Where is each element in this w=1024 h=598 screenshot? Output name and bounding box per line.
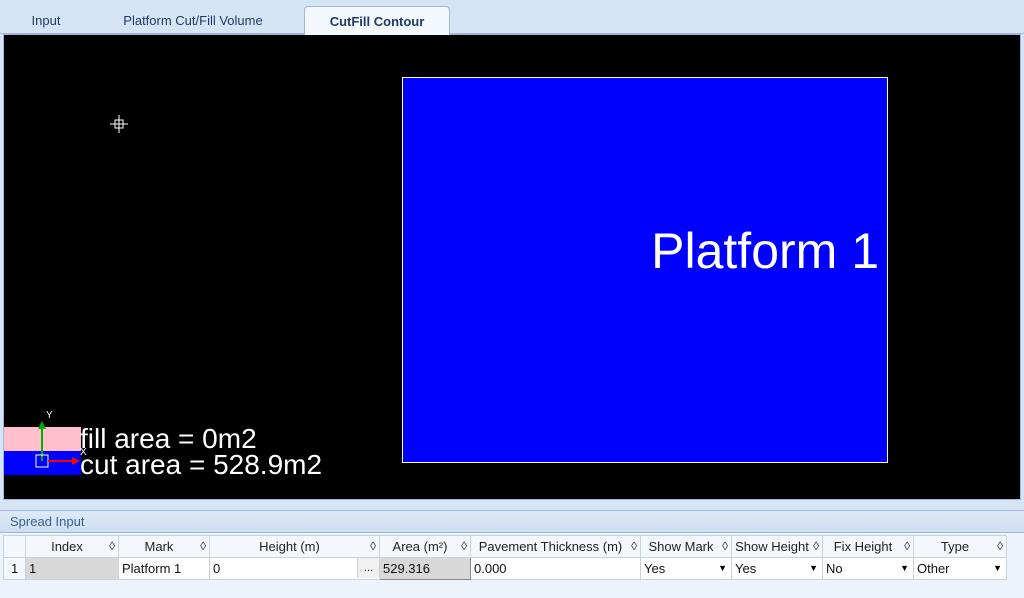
sort-diamond-icon[interactable]: ◊ (997, 539, 1003, 553)
cell-type[interactable]: Other ▼ (913, 557, 1007, 580)
header-rownum (3, 535, 26, 558)
axis-x-label: X (80, 447, 87, 458)
show-mark-value[interactable]: Yes (644, 561, 665, 576)
row-number[interactable]: 1 (3, 557, 26, 580)
app-root: Input Platform Cut/Fill Volume CutFill C… (0, 0, 1024, 598)
cell-mark[interactable]: Platform 1 (118, 557, 210, 580)
sort-diamond-icon[interactable]: ◊ (631, 539, 637, 553)
tab-input[interactable]: Input (20, 6, 72, 34)
header-show-mark[interactable]: Show Mark ◊ (640, 535, 732, 558)
cell-fix-height[interactable]: No ▼ (822, 557, 914, 580)
sort-diamond-icon[interactable]: ◊ (813, 539, 819, 553)
type-value[interactable]: Other (917, 561, 950, 576)
header-show-height[interactable]: Show Height ◊ (731, 535, 823, 558)
header-type[interactable]: Type ◊ (913, 535, 1007, 558)
header-fix-height[interactable]: Fix Height ◊ (822, 535, 914, 558)
show-height-value[interactable]: Yes (735, 561, 756, 576)
dropdown-arrow-icon[interactable]: ▼ (809, 563, 818, 573)
header-pavement-thickness[interactable]: Pavement Thickness (m) ◊ (470, 535, 641, 558)
sort-diamond-icon[interactable]: ◊ (370, 539, 376, 553)
crosshair-cursor-icon (110, 115, 128, 133)
spread-input-grid: Index ◊ Mark ◊ Height (m) ◊ Area (m²) ◊ Pave… (3, 535, 1007, 580)
spread-input-title: Spread Input (0, 511, 1024, 533)
tab-cutfill-contour[interactable]: CutFill Contour (304, 6, 450, 35)
table-row[interactable]: 1 1 Platform 1 0 ... 529.316 0.000 Yes ▼… (3, 557, 1007, 580)
height-value[interactable]: 0 (213, 561, 220, 576)
cut-area-label: cut area = 528.9m2 (80, 449, 323, 480)
sort-diamond-icon[interactable]: ◊ (461, 539, 467, 553)
dropdown-arrow-icon[interactable]: ▼ (900, 563, 909, 573)
dropdown-arrow-icon[interactable]: ▼ (718, 563, 727, 573)
fix-height-value[interactable]: No (826, 561, 843, 576)
contour-canvas[interactable]: Platform 1 fill area = 0m2 cut area = 52… (3, 34, 1021, 500)
dropdown-arrow-icon[interactable]: ▼ (993, 563, 1002, 573)
cell-show-mark[interactable]: Yes ▼ (640, 557, 732, 580)
grid-header-row: Index ◊ Mark ◊ Height (m) ◊ Area (m²) ◊ Pave… (3, 535, 1007, 558)
cell-area: 529.316 (379, 557, 471, 580)
tab-bar: Input Platform Cut/Fill Volume CutFill C… (0, 0, 1024, 35)
header-area[interactable]: Area (m²) ◊ (379, 535, 471, 558)
sort-diamond-icon[interactable]: ◊ (904, 539, 910, 553)
sort-diamond-icon[interactable]: ◊ (109, 539, 115, 553)
header-height[interactable]: Height (m) ◊ (209, 535, 380, 558)
cell-height[interactable]: 0 ... (209, 557, 380, 580)
platform-region[interactable]: Platform 1 (402, 77, 888, 463)
ucs-axes-icon: Y X (35, 410, 87, 468)
sort-diamond-icon[interactable]: ◊ (722, 539, 728, 553)
cell-index: 1 (25, 557, 119, 580)
header-index[interactable]: Index ◊ (25, 535, 119, 558)
tab-platform-cut-fill-volume[interactable]: Platform Cut/Fill Volume (108, 6, 278, 34)
height-ellipsis-button[interactable]: ... (357, 558, 379, 578)
cell-show-height[interactable]: Yes ▼ (731, 557, 823, 580)
header-mark[interactable]: Mark ◊ (118, 535, 210, 558)
sort-diamond-icon[interactable]: ◊ (200, 539, 206, 553)
axis-y-label: Y (46, 410, 53, 421)
cell-pavement-thickness[interactable]: 0.000 (470, 557, 641, 580)
spread-input-panel: Spread Input Index ◊ Mark ◊ Height (m) ◊ Ar… (0, 510, 1024, 598)
platform-label: Platform 1 (651, 223, 879, 279)
